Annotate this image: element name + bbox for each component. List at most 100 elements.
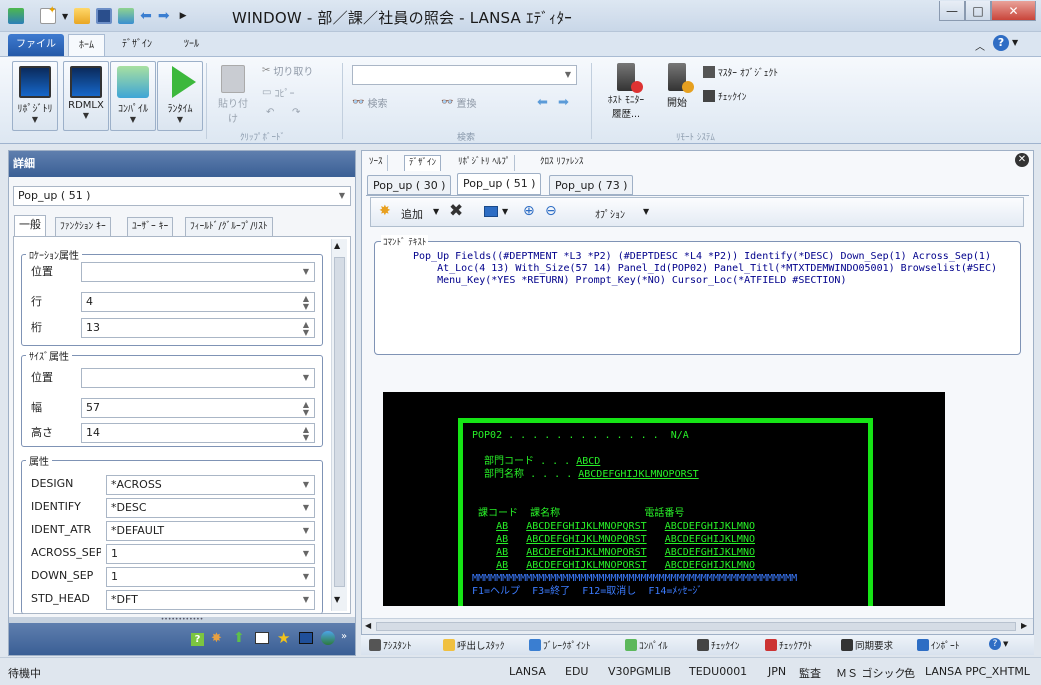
more-icon[interactable]: ▶ <box>180 11 187 21</box>
rdmlx-button[interactable]: RDMLX ▼ <box>63 61 109 131</box>
tab-function-keys[interactable]: ﾌｧﾝｸｼｮﾝ ｷｰ <box>55 217 111 236</box>
properties-scrollbar[interactable]: ▲ ▼ <box>331 239 347 611</box>
collapse-ribbon-icon[interactable]: ︿ <box>975 38 985 53</box>
remote-checkin-button[interactable]: ﾁｪｯｸｲﾝ <box>703 89 747 103</box>
checkin-tool-button[interactable]: ﾁｪｯｸｲﾝ <box>697 638 740 652</box>
location-position-select[interactable]: ▼ <box>81 262 315 282</box>
next-arrow-icon[interactable]: ➡ <box>558 95 569 110</box>
object-selector[interactable]: Pop_up ( 51 ) ▼ <box>13 186 351 206</box>
doc-tab-51[interactable]: Pop_up ( 51 ) <box>457 173 542 195</box>
maximize-button[interactable]: □ <box>965 1 991 21</box>
attribute-select[interactable]: 1 ▼ <box>106 567 315 587</box>
size-group-title: ｻｲｽﾞ属性 <box>26 348 72 363</box>
column-stepper[interactable]: 13 ▲ ▼ <box>81 318 315 338</box>
tab-cross-reference[interactable]: ｸﾛｽ ﾘﾌｧﾚﾝｽ <box>536 155 587 171</box>
window-icon[interactable] <box>255 632 269 644</box>
new-dropdown-icon[interactable]: ▼ <box>62 12 68 21</box>
host-monitor-button[interactable]: ﾎｽﾄ ﾓﾆﾀｰ 履歴... <box>598 63 654 120</box>
options-label[interactable]: ｵﾌﾟｼｮﾝ <box>595 206 625 221</box>
tab-design-view[interactable]: ﾃﾞｻﾞｲﾝ <box>404 155 442 171</box>
paste-button[interactable]: 貼り付け <box>215 65 251 125</box>
new-icon[interactable]: ✦ <box>40 5 56 24</box>
doc-tab-73[interactable]: Pop_up ( 73 ) <box>549 175 634 195</box>
wizard-icon[interactable]: ✸ <box>211 631 222 646</box>
overflow-icon[interactable]: » <box>341 631 347 642</box>
repository-button[interactable]: ﾘﾎﾟｼﾞﾄﾘ ▼ <box>12 61 58 131</box>
tab-repository-help[interactable]: ﾘﾎﾟｼﾞﾄﾘ ﾍﾙﾌﾟ <box>454 155 516 171</box>
tab-source[interactable]: ｿｰｽ <box>365 155 388 171</box>
attribute-select[interactable]: *DFT ▼ <box>106 590 315 610</box>
checkin-icon[interactable] <box>118 8 135 24</box>
import-button[interactable]: ｲﾝﾎﾟｰﾄ <box>917 638 960 652</box>
globe-icon[interactable] <box>321 631 335 645</box>
command-text-box[interactable]: ｺﾏﾝﾄﾞ ﾃｷｽﾄ Pop_Up Fields((#DEPTMENT *L3 … <box>374 235 1021 355</box>
zoom-in-icon[interactable]: ⊕ <box>523 203 535 219</box>
redo-button[interactable]: ↷ <box>292 107 300 118</box>
checkout-tool-button[interactable]: ﾁｪｯｸｱｳﾄ <box>765 638 812 652</box>
popup-window-preview[interactable]: POP02 . . . . . . . . . . . . . N/A 部門コー… <box>458 418 873 606</box>
minimize-button[interactable]: — <box>939 1 965 21</box>
tab-design[interactable]: ﾃﾞｻﾞｲﾝ <box>112 34 162 56</box>
tab-home[interactable]: ﾎｰﾑ <box>68 34 105 56</box>
add-icon[interactable]: ✸ <box>379 203 391 219</box>
undo-button[interactable]: ↶ <box>266 107 274 118</box>
add-label[interactable]: 追加 <box>401 206 423 222</box>
horizontal-scrollbar[interactable]: ◀ ▶ <box>362 618 1033 634</box>
row-stepper[interactable]: 4 ▲ ▼ <box>81 292 315 312</box>
prev-arrow-icon[interactable]: ⬅ <box>537 95 548 110</box>
cut-button[interactable]: ✂ 切り取り <box>262 63 313 78</box>
tab-field-group-list[interactable]: ﾌｨｰﾙﾄﾞ/ｸﾞﾙｰﾌﾟ/ﾘｽﾄ <box>185 217 273 236</box>
back-arrow-icon[interactable]: ⬅ <box>140 8 152 24</box>
close-window-button[interactable]: ✕ <box>991 1 1036 21</box>
scroll-right-icon[interactable]: ▶ <box>1021 621 1027 630</box>
copy-button[interactable]: ▭ ｺﾋﾟｰ <box>262 85 294 100</box>
compile-button[interactable]: ｺﾝﾊﾟｲﾙ ▼ <box>110 61 156 131</box>
help-tool-button[interactable]: ? ▼ <box>989 638 1008 650</box>
size-position-select[interactable]: ▼ <box>81 368 315 388</box>
forward-arrow-icon[interactable]: ➡ <box>158 8 170 24</box>
scroll-thumb[interactable] <box>334 257 345 587</box>
call-stack-button[interactable]: 呼出しｽﾀｯｸ <box>443 638 505 652</box>
sync-request-button[interactable]: 同期要求 <box>841 638 893 652</box>
attribute-select[interactable]: *DESC ▼ <box>106 498 315 518</box>
up-arrow-icon[interactable]: ⬆ <box>233 630 245 646</box>
width-stepper[interactable]: 57 ▲ ▼ <box>81 398 315 418</box>
zoom-out-icon[interactable]: ⊖ <box>545 203 557 219</box>
options-dropdown-icon[interactable]: ▼ <box>643 207 649 216</box>
compile-tool-button[interactable]: ｺﾝﾊﾟｲﾙ <box>625 638 668 652</box>
runtime-button[interactable]: ﾗﾝﾀｲﾑ ▼ <box>157 61 203 131</box>
scroll-left-icon[interactable]: ◀ <box>365 621 371 630</box>
attribute-select[interactable]: 1 ▼ <box>106 544 315 564</box>
scroll-thumb[interactable] <box>376 622 1016 631</box>
help-icon[interactable]: ? <box>191 633 204 646</box>
attribute-select[interactable]: *ACROSS ▼ <box>106 475 315 495</box>
attribute-select[interactable]: *DEFAULT ▼ <box>106 521 315 541</box>
monitor-icon[interactable] <box>299 632 313 644</box>
add-dropdown-icon[interactable]: ▼ <box>433 207 439 216</box>
scroll-down-icon[interactable]: ▼ <box>334 595 340 604</box>
start-button[interactable]: 開始 <box>662 63 694 109</box>
scroll-up-icon[interactable]: ▲ <box>334 241 340 250</box>
close-icon[interactable]: ✕ <box>1015 153 1029 167</box>
tab-file[interactable]: ファイル <box>8 34 64 56</box>
help-icon[interactable]: ? <box>993 35 1009 51</box>
replace-button[interactable]: 👓 置換 <box>441 95 476 110</box>
open-folder-icon[interactable] <box>74 8 91 24</box>
help-dropdown-icon[interactable]: ▼ <box>1012 38 1018 47</box>
doc-tab-30[interactable]: Pop_up ( 30 ) <box>367 175 452 195</box>
search-input[interactable]: ▼ <box>352 65 577 85</box>
view-icon[interactable] <box>484 206 498 217</box>
star-icon[interactable]: ★ <box>277 629 290 647</box>
save-icon[interactable] <box>96 8 113 24</box>
assistant-button[interactable]: ｱｼｽﾀﾝﾄ <box>369 638 412 652</box>
app-icon[interactable] <box>8 8 24 24</box>
breakpoint-button[interactable]: ﾌﾞﾚｰｸﾎﾟｲﾝﾄ <box>529 638 591 652</box>
height-stepper[interactable]: 14 ▲ ▼ <box>81 423 315 443</box>
tab-user-keys[interactable]: ﾕｰｻﾞｰ ｷｰ <box>127 217 174 236</box>
delete-icon[interactable]: ✖ <box>449 201 463 221</box>
search-button[interactable]: 👓 検索 <box>352 95 387 110</box>
master-object-button[interactable]: ﾏｽﾀｰ ｵﾌﾞｼﾞｪｸﾄ <box>703 65 778 79</box>
view-dropdown-icon[interactable]: ▼ <box>502 207 508 216</box>
tab-general[interactable]: 一般 <box>14 215 46 236</box>
tab-tools[interactable]: ﾂｰﾙ <box>174 34 209 56</box>
